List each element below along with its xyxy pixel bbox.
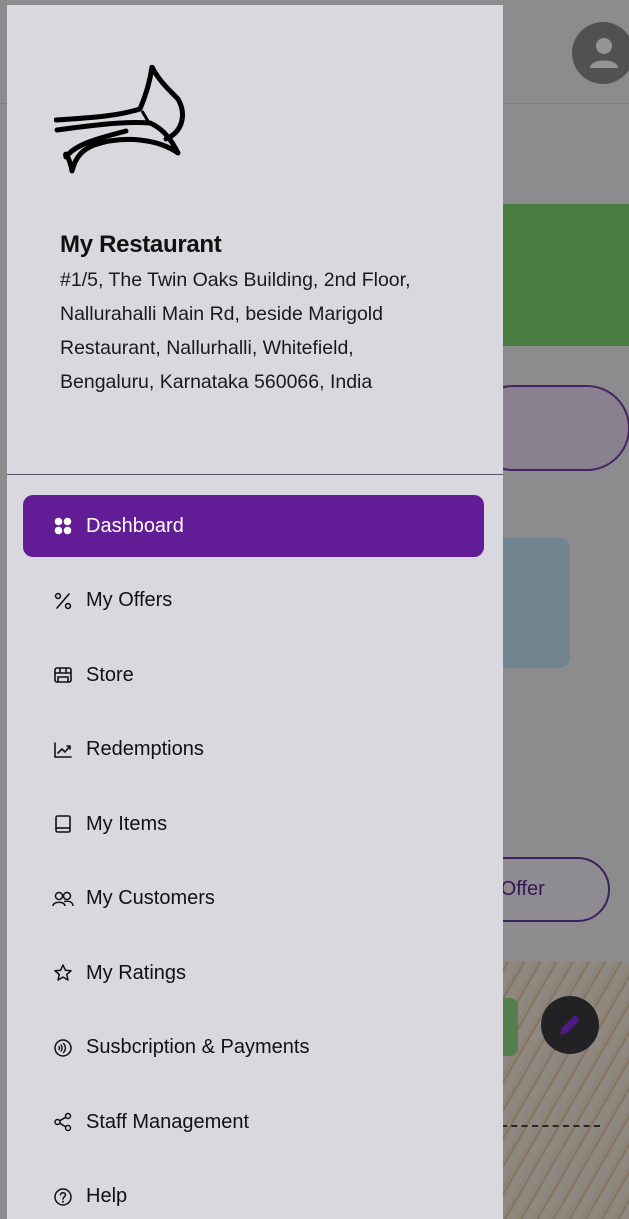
menu-item-redemptions[interactable]: Redemptions (23, 719, 484, 781)
menu-item-dashboard[interactable]: Dashboard (23, 495, 484, 557)
drawer-header: My Restaurant #1/5, The Twin Oaks Buildi… (7, 5, 503, 475)
menu-item-my-items[interactable]: My Items (23, 793, 484, 855)
menu-item-help[interactable]: Help (23, 1166, 484, 1219)
navigation-drawer: My Restaurant #1/5, The Twin Oaks Buildi… (7, 5, 503, 1219)
contactless-payment-icon (52, 1037, 74, 1059)
menu-item-my-offers[interactable]: My Offers (23, 570, 484, 632)
percent-icon (52, 590, 74, 612)
trend-chart-icon (52, 739, 74, 761)
menu-item-label: My Ratings (86, 961, 187, 984)
share-network-icon (52, 1111, 74, 1133)
menu-item-label: Susbcription & Payments (86, 1036, 310, 1058)
restaurant-address: #1/5, The Twin Oaks Building, 2nd Floor,… (60, 269, 411, 393)
star-icon (52, 962, 74, 984)
store-icon (52, 664, 74, 686)
drawer-menu: Dashboard My Offers Store Redemptions My… (7, 495, 503, 1219)
menu-item-label: My Items (86, 812, 168, 835)
brand-logo-icon (54, 65, 185, 174)
menu-item-my-customers[interactable]: My Customers (23, 868, 484, 930)
menu-item-label: Help (86, 1185, 128, 1207)
menu-item-label: Store (86, 663, 134, 686)
menu-item-store[interactable]: Store (23, 644, 484, 706)
menu-item-subscription-payments[interactable]: Susbcription & Payments (23, 1017, 484, 1079)
restaurant-name: My Restaurant (60, 231, 222, 258)
drawer-divider (7, 474, 503, 475)
dashboard-grid-icon (52, 515, 74, 537)
book-icon (52, 813, 74, 835)
menu-item-label: Dashboard (86, 514, 184, 537)
menu-item-label: My Customers (86, 887, 215, 909)
menu-item-staff-management[interactable]: Staff Management (23, 1091, 484, 1153)
menu-item-label: Redemptions (86, 738, 204, 760)
menu-item-my-ratings[interactable]: My Ratings (23, 942, 484, 1004)
help-circle-icon (52, 1186, 74, 1208)
menu-item-label: Staff Management (86, 1110, 250, 1133)
users-icon (52, 888, 74, 910)
menu-item-label: My Offers (86, 589, 173, 611)
